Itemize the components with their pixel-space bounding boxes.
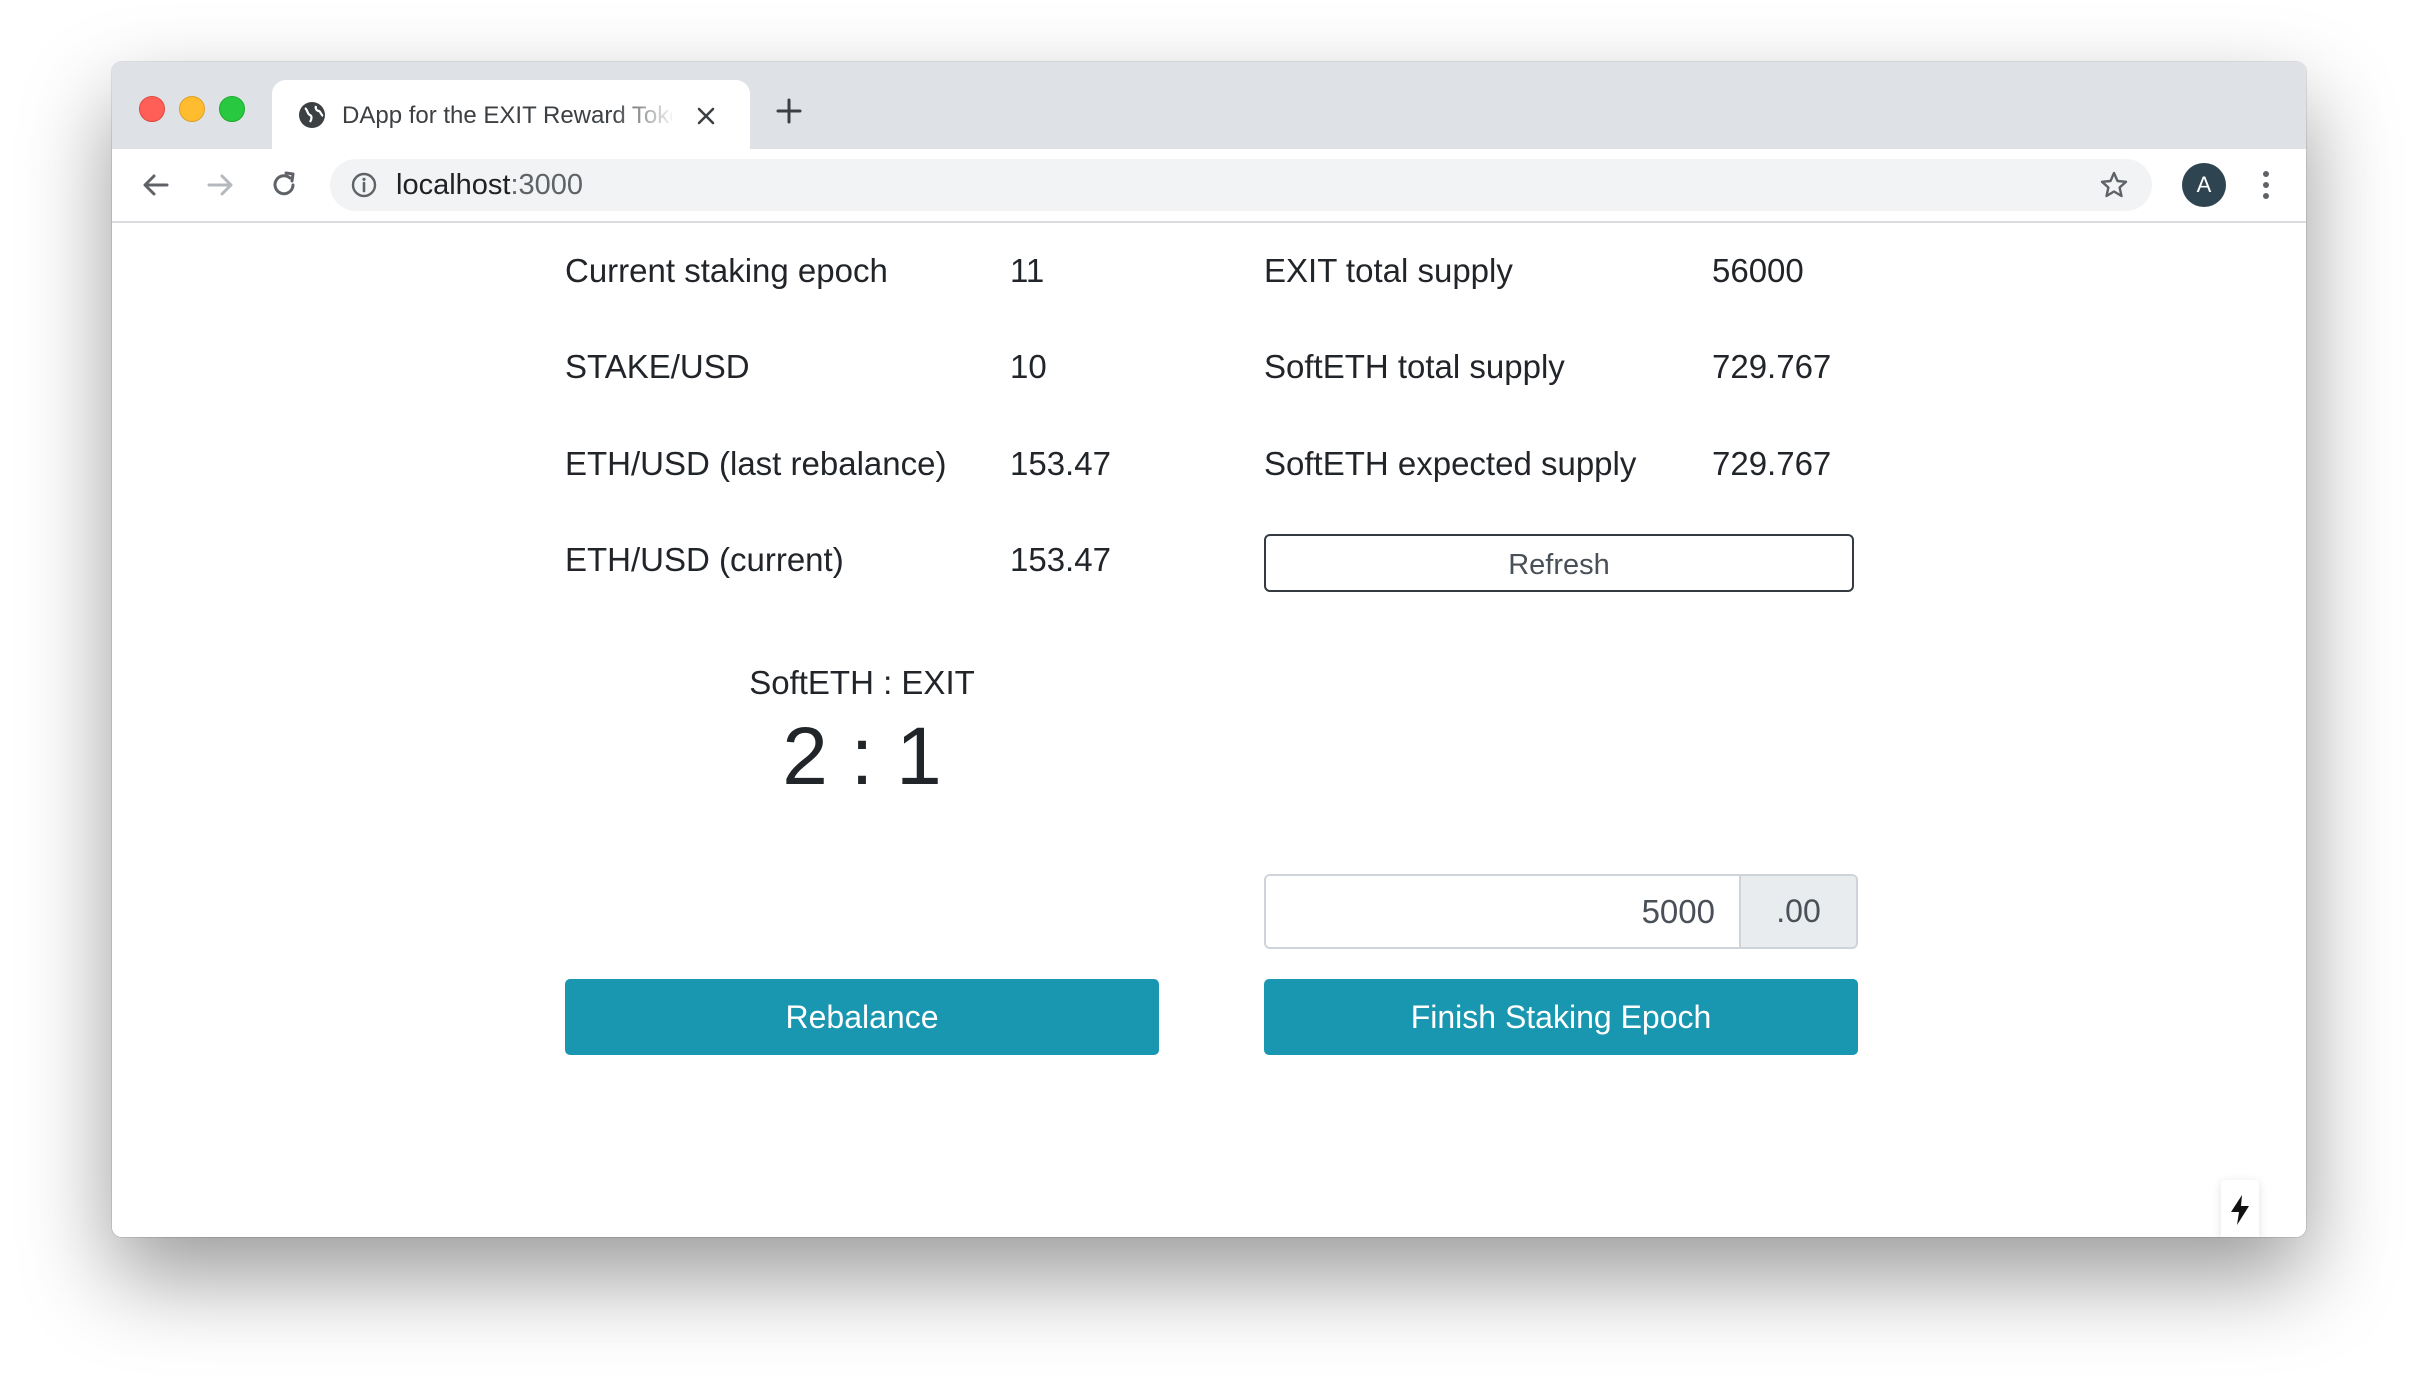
browser-toolbar: localhost:3000 A [112, 149, 2306, 223]
maximize-window-button[interactable] [219, 96, 245, 122]
address-bar[interactable]: localhost:3000 [330, 159, 2152, 211]
info-icon[interactable] [350, 171, 378, 199]
lightning-icon [2231, 1195, 2249, 1225]
stake-input-group: .00 STAKE [1264, 874, 1858, 949]
tab-strip: DApp for the EXIT Reward Token [112, 62, 2306, 149]
refresh-button[interactable]: Refresh [1264, 534, 1854, 592]
stat-value-stake-usd: 10 [1010, 348, 1047, 385]
page-content: Current staking epoch 11 STAKE/USD 10 ET… [112, 223, 2306, 1237]
tab-title-fade [612, 96, 676, 136]
star-icon[interactable] [2098, 169, 2130, 201]
stat-label-softeth-expected: SoftETH expected supply [1264, 445, 1637, 482]
url-port: :3000 [510, 169, 584, 201]
stat-label-eth-usd-last: ETH/USD (last rebalance) [565, 445, 947, 482]
new-tab-icon[interactable] [774, 96, 804, 126]
finish-staking-epoch-button[interactable]: Finish Staking Epoch [1264, 979, 1858, 1055]
minimize-window-button[interactable] [179, 96, 205, 122]
stat-value-eth-usd-current: 153.47 [1010, 541, 1111, 578]
stat-value-exit-supply: 56000 [1712, 252, 1804, 289]
stat-label-current-epoch: Current staking epoch [565, 252, 888, 289]
ratio-label: SoftETH : EXIT [749, 664, 975, 701]
url-host: localhost [396, 169, 511, 201]
close-tab-icon[interactable] [692, 102, 720, 130]
stat-value-current-epoch: 11 [1010, 252, 1045, 289]
stat-value-softeth-expected: 729.767 [1712, 445, 1832, 482]
close-window-button[interactable] [139, 96, 165, 122]
stat-value-eth-usd-last: 153.47 [1010, 445, 1111, 482]
stat-value-softeth-supply: 729.767 [1712, 348, 1832, 385]
browser-window: DApp for the EXIT Reward Token localhost… [112, 62, 2306, 1237]
rebalance-button[interactable]: Rebalance [565, 979, 1159, 1055]
back-arrow-icon[interactable] [138, 167, 174, 203]
dev-tools-badge[interactable] [2221, 1180, 2259, 1237]
stat-label-eth-usd-current: ETH/USD (current) [565, 541, 844, 578]
url-text[interactable]: localhost:3000 [396, 167, 583, 203]
stat-label-softeth-supply: SoftETH total supply [1264, 348, 1565, 385]
tab-active[interactable]: DApp for the EXIT Reward Token [272, 80, 750, 149]
forward-arrow-icon[interactable] [202, 167, 238, 203]
globe-icon [299, 102, 325, 128]
stake-suffix: .00 STAKE [1739, 876, 1856, 947]
stat-label-exit-supply: EXIT total supply [1264, 252, 1513, 289]
stat-label-stake-usd: STAKE/USD [565, 348, 750, 385]
stake-amount-input[interactable] [1266, 876, 1739, 947]
profile-avatar[interactable]: A [2182, 163, 2226, 207]
ratio-value: 2 : 1 [782, 711, 942, 802]
kebab-menu-icon[interactable] [2258, 167, 2274, 203]
reload-icon[interactable] [266, 167, 302, 203]
